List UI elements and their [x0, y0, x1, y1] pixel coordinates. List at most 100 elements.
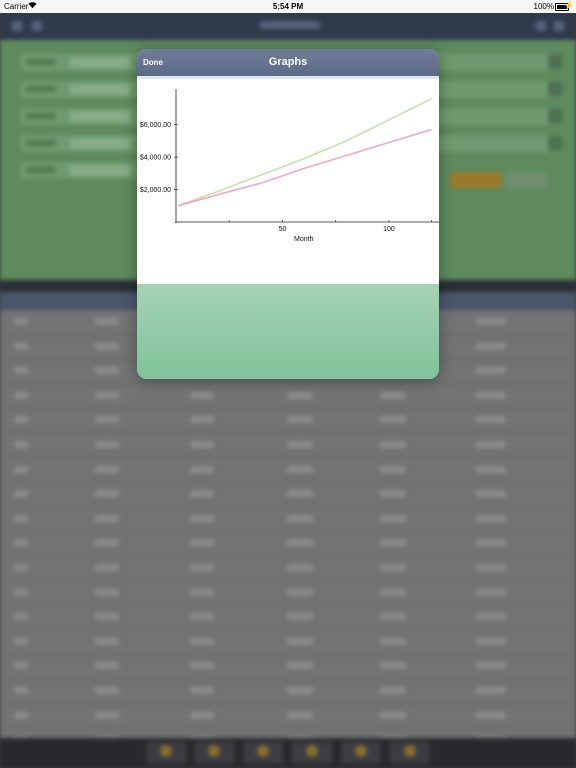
background-table-cell	[95, 490, 119, 498]
background-table-cell	[14, 416, 28, 424]
background-table-cell	[190, 391, 214, 399]
background-table-cell	[476, 514, 506, 522]
background-table-cell	[95, 613, 119, 621]
background-table-cell	[287, 539, 313, 547]
background-small-button	[505, 172, 547, 188]
background-table-row	[0, 654, 576, 680]
background-table-cell	[95, 514, 119, 522]
background-tab-item	[194, 742, 234, 764]
background-table-cell	[190, 637, 214, 645]
background-table-cell	[380, 711, 406, 719]
background-table-cell	[476, 465, 506, 473]
background-table-cell	[190, 441, 214, 448]
background-nav-title	[260, 21, 320, 29]
x-axis-label: Month	[294, 236, 314, 243]
background-table-cell	[14, 588, 28, 596]
modal-nav-bar: Done Graphs	[137, 49, 439, 77]
modal-title: Graphs	[268, 56, 308, 68]
background-table-cell	[380, 662, 406, 670]
background-table-row	[0, 507, 576, 532]
background-table-cell	[476, 588, 506, 596]
background-table-cell	[380, 441, 406, 448]
background-table-cell	[476, 367, 506, 375]
background-nav-icon	[536, 21, 546, 31]
background-table-cell	[380, 539, 406, 547]
background-table-cell	[476, 539, 506, 547]
background-table-cell	[287, 416, 313, 424]
background-table-cell	[380, 637, 406, 645]
background-table-row	[0, 556, 576, 581]
background-table-cell	[95, 711, 119, 719]
y-tick-label: $6,000.00	[140, 122, 171, 129]
background-table-row	[0, 704, 576, 729]
background-table-cell	[14, 539, 28, 547]
background-table-cell	[287, 711, 313, 719]
background-table-cell	[95, 687, 119, 694]
background-nav-icon	[32, 21, 42, 31]
background-table-cell	[287, 490, 313, 498]
background-nav-bar	[0, 13, 576, 40]
background-table-cell	[380, 687, 406, 694]
background-table-cell	[476, 318, 506, 325]
background-form-button	[548, 82, 562, 96]
background-table-cell	[476, 342, 506, 350]
background-table-row	[0, 605, 576, 631]
x-tick-label: 50	[279, 226, 287, 233]
background-form-button	[548, 136, 562, 150]
background-table-cell	[190, 465, 214, 473]
background-table-cell	[287, 465, 313, 473]
background-table-cell	[95, 637, 119, 645]
background-tab-item	[243, 742, 283, 764]
background-table-cell	[14, 318, 28, 325]
clock: 5:54 PM	[272, 2, 304, 11]
series-line-gross	[177, 98, 432, 207]
background-table-cell	[95, 367, 119, 375]
background-table-row	[0, 531, 576, 557]
background-table-cell	[287, 662, 313, 670]
background-table-cell	[476, 441, 506, 448]
status-bar: Carrier 5:54 PM 100% ⚡	[0, 0, 576, 13]
background-table-cell	[190, 687, 214, 694]
background-form-button	[548, 109, 562, 123]
battery-percentage: 100%	[533, 2, 554, 11]
background-table-row	[0, 433, 576, 458]
background-table-cell	[287, 637, 313, 645]
background-table-cell	[190, 539, 214, 547]
background-table-cell	[287, 687, 313, 694]
background-table-cell	[14, 613, 28, 621]
background-table-row	[0, 458, 576, 483]
background-table-row	[0, 630, 576, 655]
background-table-cell	[14, 465, 28, 473]
background-table-cell	[95, 441, 119, 448]
background-tab-item	[341, 742, 381, 764]
background-table-cell	[190, 711, 214, 719]
background-table-cell	[14, 637, 28, 645]
y-tick-label: $2,000.00	[140, 187, 171, 194]
background-table-cell	[14, 441, 28, 448]
background-table-cell	[14, 391, 28, 399]
background-tab-item	[146, 742, 186, 764]
background-tab-item	[292, 742, 332, 764]
background-table-cell	[287, 588, 313, 596]
background-table-cell	[95, 416, 119, 424]
background-table-cell	[476, 391, 506, 399]
background-table-cell	[95, 539, 119, 547]
background-table-row	[0, 408, 576, 434]
background-table-cell	[380, 588, 406, 596]
background-table-cell	[476, 662, 506, 670]
background-table-cell	[380, 564, 406, 571]
background-table-cell	[287, 514, 313, 522]
background-table-cell	[190, 416, 214, 424]
background-table-cell	[95, 342, 119, 350]
background-table-cell	[287, 441, 313, 448]
background-table-cell	[14, 342, 28, 350]
background-table-cell	[14, 514, 28, 522]
background-table-cell	[380, 490, 406, 498]
background-table-cell	[190, 490, 214, 498]
background-table-cell	[190, 564, 214, 571]
x-tick-label: 100	[383, 226, 395, 233]
background-table-cell	[476, 687, 506, 694]
background-table-cell	[14, 687, 28, 694]
line-chart: $2,000.00 $4,000.00 $6,000.00 50 100 Month	[140, 89, 439, 243]
background-table-cell	[95, 318, 119, 325]
